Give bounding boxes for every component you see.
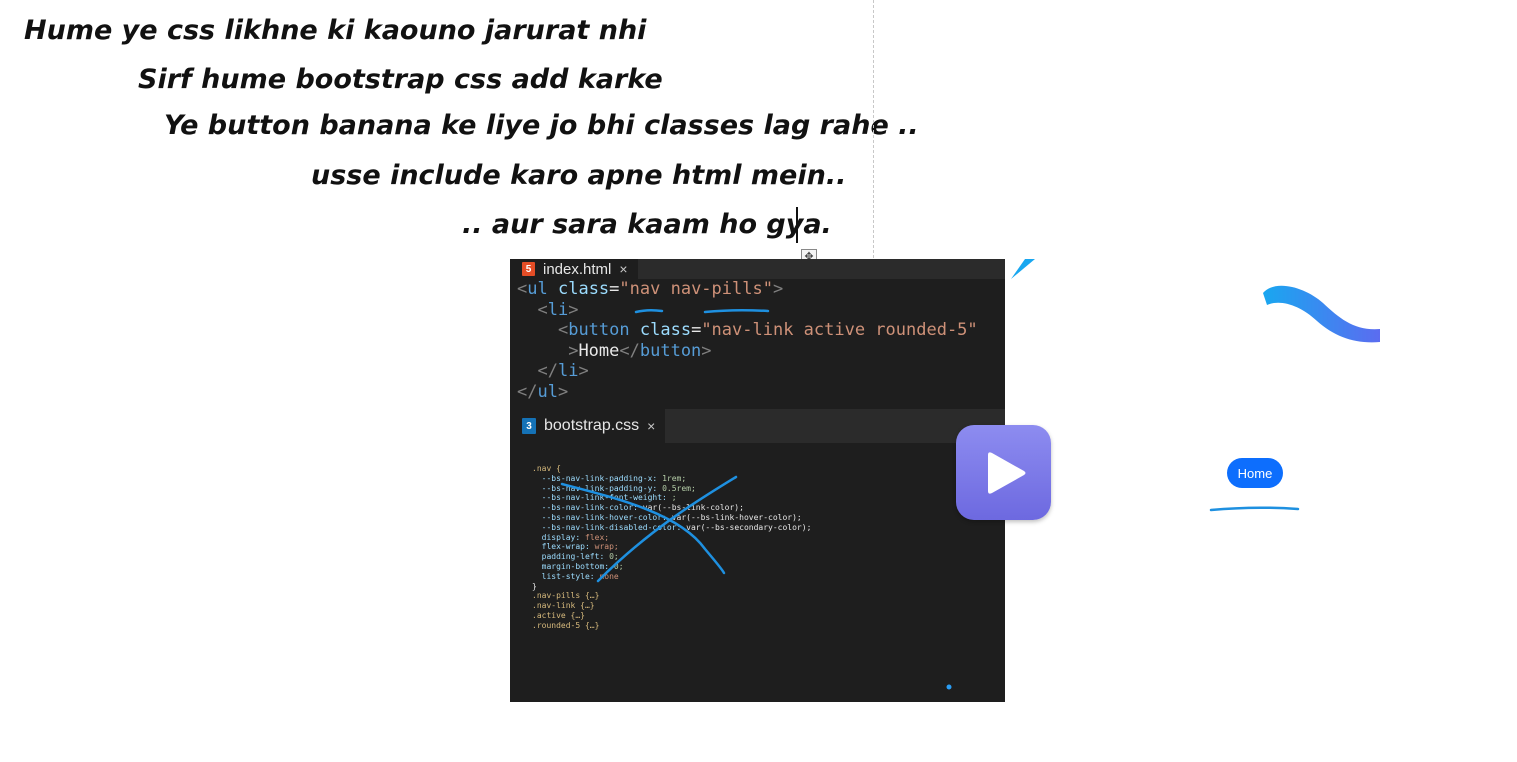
note-line-3: Ye button banana ke liye jo bhi classes … [164, 110, 919, 141]
text-box-border [873, 0, 874, 258]
decorative-swoosh [1011, 259, 1380, 343]
text-caret [796, 207, 798, 243]
note-line-1: Hume ye css likhne ki kaouno jarurat nhi [24, 15, 647, 46]
play-icon [988, 452, 1026, 494]
note-line-4: usse include karo apne html mein.. [311, 160, 847, 191]
home-nav-pill[interactable]: Home [1227, 458, 1283, 488]
editor-annotations [560, 308, 952, 690]
play-button[interactable] [956, 425, 1051, 520]
note-line-2: Sirf hume bootstrap css add karke [138, 64, 663, 95]
code-editor-screenshot: 5 index.html × <ul class="nav nav-pills"… [510, 259, 1005, 702]
home-underline-annotation [1209, 506, 1300, 512]
note-line-5: .. aur sara kaam ho gya. [462, 209, 832, 240]
